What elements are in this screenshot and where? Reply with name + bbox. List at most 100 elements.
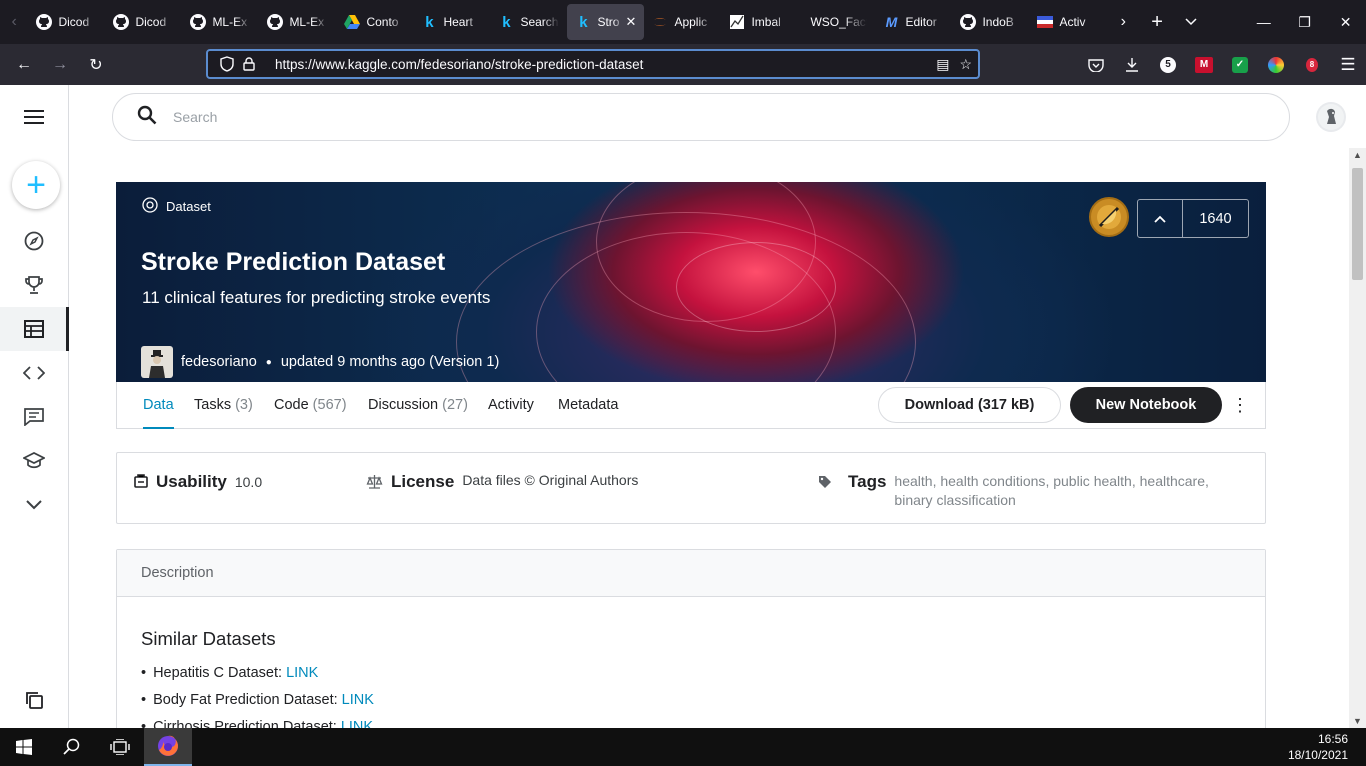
new-notebook-button[interactable]: New Notebook [1070,387,1222,423]
tag-icon [818,475,832,494]
create-button[interactable]: + [12,161,60,209]
page-scrollbar[interactable]: ▲ ▼ [1349,148,1366,728]
list-item: Cirrhosis Prediction Dataset: LINK [141,719,374,728]
tab-activity[interactable]: Activity [488,382,534,428]
colorful-extension-icon[interactable] [1258,49,1294,81]
discussion-icon[interactable] [0,395,68,439]
url-bar[interactable]: https://www.kaggle.com/fedesoriano/strok… [206,49,980,79]
tab-label: Activity [488,397,534,413]
browser-tab[interactable]: k Search [490,4,567,40]
side-menu-icon[interactable] [0,95,68,139]
tag-link[interactable]: healthcare [1140,473,1205,489]
tab-discussion[interactable]: Discussion (27) [368,382,468,428]
dataset-header-banner: Dataset Stroke Prediction Dataset 11 cli… [116,182,1266,382]
compass-icon[interactable] [0,219,68,263]
browser-tab[interactable]: k Stro ✕ [567,4,645,40]
learn-school-icon[interactable] [0,439,68,483]
datasets-table-icon[interactable] [0,307,69,351]
taskbar-search-icon[interactable] [48,728,96,766]
reader-view-icon[interactable]: ▤ [936,56,949,73]
user-avatar[interactable] [1316,102,1346,132]
tab-scroll-left-icon[interactable]: ‹ [0,0,28,44]
downloads-icon[interactable] [1114,49,1150,81]
pocket-icon[interactable] [1078,49,1114,81]
tags-label: Tags [848,472,887,491]
tag-link[interactable]: binary classification [894,492,1015,508]
forward-arrow-icon[interactable]: → [42,49,78,81]
browser-tab[interactable]: ML-Ex [259,4,336,40]
close-tab-icon[interactable]: ✕ [626,14,637,30]
minimize-window-button[interactable]: — [1243,0,1284,44]
trophy-icon[interactable] [0,263,68,307]
list-item: Body Fat Prediction Dataset: LINK [141,692,374,719]
tag-link[interactable]: health conditions [940,473,1045,489]
tag-link[interactable]: public health [1053,473,1132,489]
extension-counter-icon[interactable]: 5 [1150,49,1186,81]
tab-scroll-right-icon[interactable]: › [1106,0,1140,44]
browser-tab[interactable]: Applic [644,4,721,40]
flag-icon [1037,14,1054,30]
url-text[interactable]: https://www.kaggle.com/fedesoriano/strok… [275,57,936,72]
browser-tab[interactable]: WSO_Fact [798,4,875,40]
owner-name[interactable]: fedesoriano [181,354,257,370]
hamburger-menu-icon[interactable]: ☰ [1330,49,1366,81]
more-options-icon[interactable]: ⋮ [1230,392,1250,418]
code-icon[interactable] [0,351,68,395]
firefox-taskbar-icon[interactable] [144,728,192,766]
license-group: License Data files © Original Authors [366,472,638,495]
browser-tab-title: Search [520,15,559,29]
reload-icon[interactable]: ↻ [78,49,114,81]
more-chevron-down-icon[interactable] [0,483,68,527]
red-extension-icon[interactable]: 8 [1294,49,1330,81]
dataset-link[interactable]: LINK [341,719,373,728]
scale-balance-icon [366,474,383,495]
browser-tab[interactable]: Dicod [105,4,182,40]
system-clock[interactable]: 16:56 18/10/2021 [1288,731,1348,763]
browser-tab[interactable]: ML-Ex [182,4,259,40]
list-item-text: Cirrhosis Prediction Dataset: [153,719,341,728]
new-tab-button[interactable]: + [1140,0,1174,44]
tab-data[interactable]: Data [143,382,174,429]
license-value[interactable]: Data files © Original Authors [462,472,638,488]
browser-tab[interactable]: M Editor [875,4,952,40]
list-all-tabs-icon[interactable] [1174,0,1208,44]
task-view-icon[interactable] [96,728,144,766]
scroll-down-arrow-icon[interactable]: ▼ [1349,714,1366,728]
search-input[interactable]: Search [173,109,217,125]
github-icon [960,14,977,30]
windows-start-icon[interactable] [0,728,48,766]
browser-tab[interactable]: Imbal [721,4,798,40]
lock-icon[interactable] [238,57,260,71]
tab-label: Data [143,397,174,413]
tags-group: Tags health, health conditions, public h… [818,472,1244,510]
bookmark-star-icon[interactable]: ☆ [959,56,972,73]
upvote-widget[interactable]: 1640 [1137,199,1249,238]
download-button[interactable]: Download (317 kB) [878,387,1061,423]
back-arrow-icon[interactable]: ← [6,49,42,81]
dataset-link[interactable]: LINK [286,665,318,681]
tab-metadata[interactable]: Metadata [558,382,618,428]
restore-window-button[interactable]: ❐ [1284,0,1325,44]
browser-tab[interactable]: IndoB [952,4,1029,40]
upvote-count[interactable]: 1640 [1183,200,1248,237]
dataset-link[interactable]: LINK [342,692,374,708]
browser-tab[interactable]: Dicod [28,4,105,40]
usability-label: Usability [156,472,227,491]
view-active-events-icon[interactable] [0,678,68,722]
adblock-shield-icon[interactable]: ✓ [1222,49,1258,81]
owner-avatar[interactable] [141,346,173,378]
kaggle-side-nav: + [0,85,69,728]
browser-tab[interactable]: Conto [336,4,413,40]
tag-link[interactable]: health [894,473,932,489]
tab-code[interactable]: Code (567) [274,382,347,428]
close-window-button[interactable]: ✕ [1325,0,1366,44]
scroll-up-arrow-icon[interactable]: ▲ [1349,148,1366,162]
browser-tab[interactable]: k Heart [413,4,490,40]
browser-tab[interactable]: Activ [1029,4,1106,40]
mendeley-extension-icon[interactable]: M [1186,49,1222,81]
upvote-chevron-icon[interactable] [1138,200,1183,237]
tracking-shield-icon[interactable] [216,56,238,72]
tab-tasks[interactable]: Tasks (3) [194,382,253,428]
scrollbar-thumb[interactable] [1352,168,1363,280]
site-search-box[interactable]: Search [112,93,1290,141]
